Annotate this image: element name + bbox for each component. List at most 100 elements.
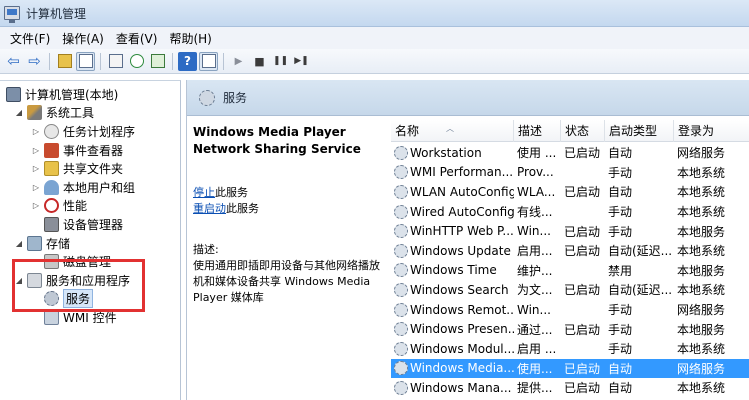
- service-description-cell: Prov...: [517, 165, 554, 180]
- service-name: Windows Update: [410, 243, 511, 258]
- tree-item-label: 设备管理器: [63, 217, 124, 232]
- sort-arrow-icon: ︿: [446, 124, 454, 133]
- tools-icon: [27, 104, 42, 120]
- column-header-startup-type[interactable]: 启动类型: [605, 120, 674, 142]
- collapse-arrow-icon[interactable]: ◢: [14, 239, 24, 248]
- column-header-status[interactable]: 状态: [561, 120, 605, 142]
- service-description: 使用通用即插即用设备与其他网络播放机和媒体设备共享 Windows Media …: [193, 259, 380, 304]
- service-gear-icon: [394, 282, 408, 297]
- service-status-cell: 已启动: [564, 283, 601, 298]
- service-startup-type-cell: 自动(延迟...: [608, 283, 673, 298]
- column-label: 名称: [395, 124, 420, 138]
- restart-icon[interactable]: ▶❚: [292, 52, 311, 71]
- table-row[interactable]: Windows Time 维护... 禁用 本地服务: [391, 261, 749, 281]
- service-status-cell: 已启动: [564, 322, 601, 337]
- table-row[interactable]: Windows Modul... 启用 ... 手动 本地系统: [391, 339, 749, 359]
- table-row[interactable]: Windows Search 为文... 已启动 自动(延迟... 本地系统: [391, 280, 749, 300]
- service-gear-icon: [394, 341, 408, 356]
- service-name-cell: WLAN AutoConfig: [391, 184, 514, 199]
- service-startup-type-cell: 手动: [608, 342, 633, 357]
- help-icon[interactable]: ?: [178, 51, 197, 71]
- service-startup-type-cell: 手动: [608, 322, 633, 337]
- service-startup-type-cell: 自动: [608, 381, 633, 396]
- export-icon[interactable]: [148, 52, 167, 71]
- console-view-icon[interactable]: [199, 51, 218, 71]
- table-row[interactable]: WMI Performan... Prov... 手动 本地系统: [391, 163, 749, 183]
- stop-icon[interactable]: ■: [250, 52, 269, 71]
- tree-item-shared-folders[interactable]: ▷ 共享文件夹: [31, 159, 123, 177]
- tree-item-system-tools[interactable]: ◢ 系统工具: [14, 103, 94, 121]
- service-startup-type-cell: 手动: [608, 205, 633, 220]
- service-gear-icon: [394, 165, 408, 180]
- expand-arrow-icon[interactable]: ▷: [31, 164, 41, 173]
- service-startup-type-cell: 自动: [608, 185, 633, 200]
- tree-item-root[interactable]: 计算机管理(本地): [6, 85, 118, 103]
- table-row[interactable]: WinHTTP Web P... Win... 已启动 手动 本地服务: [391, 221, 749, 241]
- tree-item-local-users[interactable]: ▷ 本地用户和组: [31, 178, 135, 196]
- show-tree-shape: [78, 54, 93, 68]
- service-name-cell: Windows Time: [391, 263, 514, 278]
- pause-icon[interactable]: ❚❚: [271, 52, 290, 71]
- restart-suffix: 此服务: [226, 202, 259, 215]
- table-row[interactable]: Windows Mana... 提供... 已启动 自动 本地系统: [391, 378, 749, 398]
- service-description-cell: 提供...: [517, 381, 553, 396]
- tree-item-event-viewer[interactable]: ▷ 事件查看器: [31, 141, 123, 159]
- service-logon-cell: 本地系统: [677, 342, 726, 357]
- tree-item-label: 共享文件夹: [63, 161, 124, 176]
- service-name-cell: Windows Media...: [391, 361, 514, 376]
- refresh-icon[interactable]: [127, 52, 146, 71]
- service-name-cell: Windows Search: [391, 282, 514, 297]
- show-tree-icon[interactable]: [76, 51, 95, 71]
- properties-icon[interactable]: [106, 52, 125, 71]
- table-row[interactable]: Windows Media... 使用... 已启动 自动 网络服务: [391, 358, 749, 379]
- service-startup-type-cell: 自动: [608, 146, 633, 161]
- service-status-cell: 已启动: [564, 224, 601, 239]
- service-name-cell: WMI Performan...: [391, 165, 514, 180]
- table-row[interactable]: Windows Update 启用... 已启动 自动(延迟... 本地系统: [391, 241, 749, 261]
- service-description-cell: 为文...: [517, 283, 553, 298]
- tree-item-label: 本地用户和组: [63, 180, 136, 195]
- tree-item-device-manager[interactable]: 设备管理器: [44, 215, 123, 233]
- table-row[interactable]: Workstation 使用 ... 已启动 自动 网络服务: [391, 143, 749, 163]
- service-gear-icon: [394, 224, 408, 239]
- menu-view[interactable]: 查看(V): [110, 30, 164, 47]
- service-gear-icon: [394, 380, 408, 395]
- up-folder-icon[interactable]: [55, 52, 74, 71]
- tree-item-performance[interactable]: ▷ 性能: [31, 196, 87, 214]
- expand-arrow-icon[interactable]: ▷: [31, 146, 41, 155]
- back-arrow-icon[interactable]: ⇦: [4, 52, 23, 71]
- service-logon-cell: 网络服务: [677, 303, 726, 318]
- table-row[interactable]: Windows Presen... 通过... 已启动 手动 本地服务: [391, 319, 749, 339]
- restart-action: 重启动此服务: [193, 201, 385, 217]
- table-row[interactable]: Windows Remot... Win... 手动 网络服务: [391, 300, 749, 320]
- menu-file[interactable]: 文件(F): [4, 30, 56, 47]
- service-logon-cell: 网络服务: [677, 361, 726, 376]
- service-description-cell: 使用...: [517, 361, 553, 376]
- menu-help[interactable]: 帮助(H): [163, 30, 217, 47]
- collapse-arrow-icon[interactable]: ◢: [14, 108, 24, 117]
- tree-item-storage[interactable]: ◢ 存储: [14, 234, 70, 252]
- restart-service-link[interactable]: 重启动: [193, 202, 226, 215]
- column-header-name[interactable]: ︿ 名称: [391, 120, 514, 142]
- service-logon-cell: 本地系统: [677, 381, 726, 396]
- menu-action[interactable]: 操作(A): [56, 30, 110, 47]
- computer-icon: [6, 86, 21, 102]
- tree-item-task-scheduler[interactable]: ▷ 任务计划程序: [31, 122, 135, 140]
- forward-arrow-icon[interactable]: ⇨: [25, 52, 44, 71]
- expand-arrow-icon[interactable]: ▷: [31, 127, 41, 136]
- column-header-log-on-as[interactable]: 登录为: [674, 120, 749, 142]
- expand-arrow-icon[interactable]: ▷: [31, 201, 41, 210]
- shared-folder-icon: [44, 160, 59, 176]
- stop-service-link[interactable]: 停止: [193, 186, 215, 199]
- table-row[interactable]: Wired AutoConfig 有线... 手动 本地系统: [391, 202, 749, 222]
- service-name-cell: Wired AutoConfig: [391, 204, 514, 219]
- column-header-description[interactable]: 描述: [514, 120, 561, 142]
- annotation-highlight-box: [12, 259, 145, 312]
- table-row[interactable]: WLAN AutoConfig WLA... 已启动 自动 本地系统: [391, 182, 749, 202]
- toolbar-separator: [223, 52, 224, 70]
- service-name: Wired AutoConfig: [410, 204, 514, 219]
- expand-arrow-icon[interactable]: ▷: [31, 183, 41, 192]
- performance-icon: [44, 197, 59, 213]
- service-name: WMI Performan...: [410, 165, 514, 180]
- play-icon[interactable]: ▶: [229, 52, 248, 71]
